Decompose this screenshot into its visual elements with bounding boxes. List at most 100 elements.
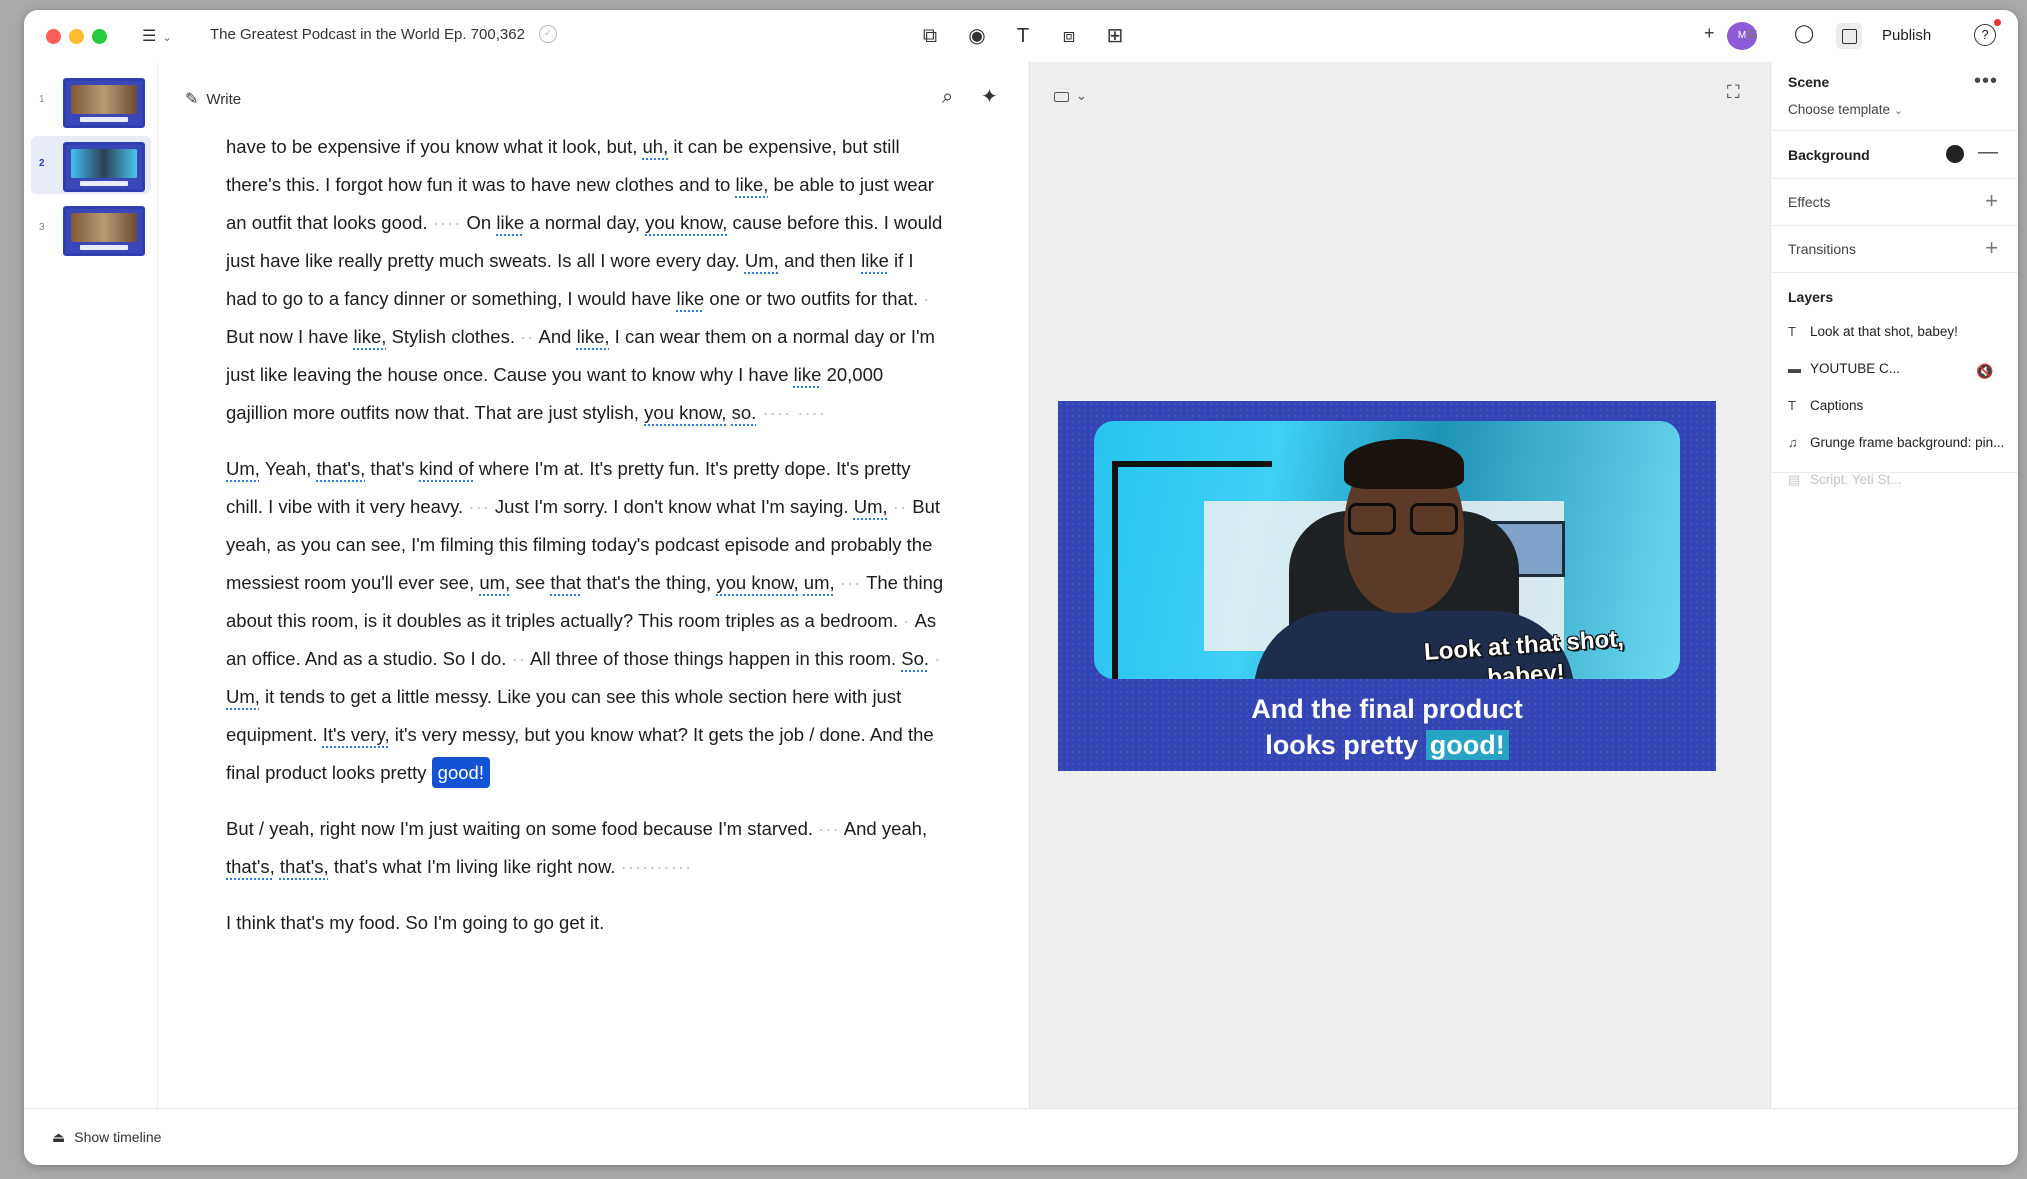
pause-marker[interactable]: ·· [520, 326, 534, 347]
filler-word[interactable]: uh, [643, 136, 669, 157]
current-word-highlight[interactable]: good! [431, 757, 490, 788]
pause-marker[interactable]: ··· [468, 496, 489, 517]
mute-icon[interactable]: 🔇 [1976, 363, 1993, 380]
aspect-ratio-select[interactable]: ⌄ [1054, 88, 1087, 104]
grid-elements-icon[interactable]: ⊞ [1102, 23, 1128, 49]
filler-word[interactable]: so. [732, 402, 757, 423]
window-minimize-button[interactable] [69, 29, 84, 44]
scene-item-3[interactable]: 3 [31, 200, 151, 258]
collaborators-list-icon[interactable]: ≡ [1747, 24, 1758, 45]
video-layer-icon: ▬ [1788, 361, 1801, 376]
caption-layer[interactable]: And the final product looks pretty good! [1058, 691, 1716, 763]
script-paragraph[interactable]: But / yeah, right now I'm just waiting o… [226, 810, 946, 886]
pause-marker[interactable]: ·· [512, 648, 526, 669]
add-collaborator-icon[interactable]: + [1704, 23, 1715, 44]
filler-word[interactable]: Um, [226, 686, 260, 707]
pause-marker[interactable]: ·· [893, 496, 907, 517]
shapes-icon[interactable]: ⧈ [1056, 23, 1082, 49]
filler-word[interactable]: that [550, 572, 581, 593]
filler-word[interactable]: like [676, 288, 704, 309]
script-paragraph[interactable]: Um, Yeah, that's, that's kind of where I… [226, 450, 946, 792]
layer-item-overlay-text[interactable]: T Look at that shot, babey! [1788, 324, 2006, 354]
filler-word[interactable]: like, [735, 174, 768, 195]
filler-word[interactable]: Um, [854, 496, 888, 517]
ai-sparkle-icon[interactable]: ✦ [981, 84, 998, 109]
pause-marker[interactable]: · [923, 288, 930, 309]
layer-item-script[interactable]: ▤ Script: Yeti St... [1788, 472, 2006, 502]
layer-item-video[interactable]: ▬ YOUTUBE C... 🔇 [1788, 361, 2006, 391]
inspector-panel: Scene ••• Choose template ⌄ Background —… [1770, 62, 2018, 1109]
script-segment: have to be expensive if you know what it… [226, 136, 643, 157]
write-label: Write [206, 91, 242, 108]
script-layer-icon: ▤ [1788, 472, 1801, 487]
add-transition-icon[interactable]: + [1985, 235, 1998, 261]
document-menu-icon: ☰ [142, 28, 157, 45]
document-title[interactable]: The Greatest Podcast in the World Ep. 70… [210, 26, 525, 43]
filler-word[interactable]: you know, [645, 212, 727, 233]
script-segment: Yeah, [259, 458, 317, 479]
filler-word[interactable]: that's, [226, 856, 275, 877]
filler-word[interactable]: like [861, 250, 889, 271]
search-icon[interactable]: ⌕ [942, 86, 953, 109]
window-close-button[interactable] [46, 29, 61, 44]
show-timeline-button[interactable]: ⏏ Show timeline [52, 1129, 161, 1146]
help-icon[interactable]: ? [1974, 24, 1996, 46]
pencil-icon: ✎ [185, 91, 199, 108]
layer-item-background[interactable]: ♫ Grunge frame background: pin... [1788, 435, 2006, 465]
filler-word[interactable]: like, [577, 326, 610, 347]
media-insert-icon[interactable]: ⧉ [917, 23, 943, 49]
scene-item-2[interactable]: 2 [31, 136, 151, 194]
pause-marker[interactable]: · [934, 648, 941, 669]
write-tab[interactable]: ✎ Write [185, 89, 241, 109]
record-icon[interactable]: ◉ [964, 23, 990, 49]
pause-marker[interactable]: ··· [818, 818, 839, 839]
filler-word[interactable]: you know, [716, 572, 798, 593]
script-paragraph[interactable]: have to be expensive if you know what it… [226, 128, 946, 432]
pause-marker[interactable]: ··· [840, 572, 861, 593]
background-color-swatch[interactable] [1946, 145, 1964, 163]
filler-word[interactable]: that's, [317, 458, 366, 479]
script-segment: a normal day, [524, 212, 646, 233]
pause-marker[interactable]: ···· [433, 212, 462, 233]
filler-word[interactable]: Um, [745, 250, 779, 271]
video-preview[interactable]: Look at that shot, babey! And the final … [1058, 401, 1716, 771]
effects-section[interactable]: Effects + [1771, 178, 2018, 226]
document-menu-button[interactable]: ☰ ⌄ [142, 26, 172, 46]
panel-toggle-icon[interactable] [1836, 23, 1862, 49]
publish-button[interactable]: Publish [1882, 27, 1931, 44]
script-segment: Stylish clothes. [386, 326, 521, 347]
more-options-icon[interactable]: ••• [1974, 70, 1998, 93]
window-maximize-button[interactable] [92, 29, 107, 44]
layer-item-captions[interactable]: T Captions [1788, 398, 2006, 428]
scene-item-1[interactable]: 1 [31, 72, 151, 130]
filler-word[interactable]: kind of [419, 458, 474, 479]
remove-background-icon[interactable]: — [1978, 141, 1998, 164]
caption-active-word: good! [1425, 730, 1509, 760]
script-text[interactable]: have to be expensive if you know what it… [226, 128, 946, 960]
comments-icon[interactable]: ◯ [1794, 23, 1814, 44]
music-note-icon: ♫ [1788, 435, 1798, 450]
filler-word[interactable]: like [496, 212, 524, 233]
filler-word[interactable]: that's, [280, 856, 329, 877]
filler-word[interactable]: So. [901, 648, 929, 669]
text-tool-icon[interactable]: T [1010, 23, 1036, 49]
pause-marker[interactable]: ·········· [621, 856, 693, 877]
script-paragraph[interactable]: I think that's my food. So I'm going to … [226, 904, 946, 942]
transitions-section[interactable]: Transitions + [1771, 225, 2018, 273]
script-segment: one or two outfits for that. [704, 288, 924, 309]
filler-word[interactable]: like, [354, 326, 387, 347]
pause-marker[interactable]: ···· ···· [756, 402, 826, 423]
choose-template-dropdown[interactable]: Choose template ⌄ [1788, 102, 1903, 117]
filler-word[interactable]: um, [479, 572, 510, 593]
video-footage: Look at that shot, babey! [1094, 421, 1680, 679]
filler-word[interactable]: you know, [644, 402, 726, 423]
script-segment: And yeah, [839, 818, 928, 839]
filler-word[interactable]: Um, [226, 458, 260, 479]
script-segment: And [534, 326, 577, 347]
filler-word[interactable]: It's very, [323, 724, 390, 745]
preview-canvas: ⌄ ⛶ Look at that shot, babey! And the fi… [1029, 62, 1770, 1109]
fullscreen-icon[interactable]: ⛶ [1727, 82, 1740, 103]
filler-word[interactable]: like [794, 364, 822, 385]
add-effect-icon[interactable]: + [1985, 188, 1998, 214]
filler-word[interactable]: um, [804, 572, 835, 593]
